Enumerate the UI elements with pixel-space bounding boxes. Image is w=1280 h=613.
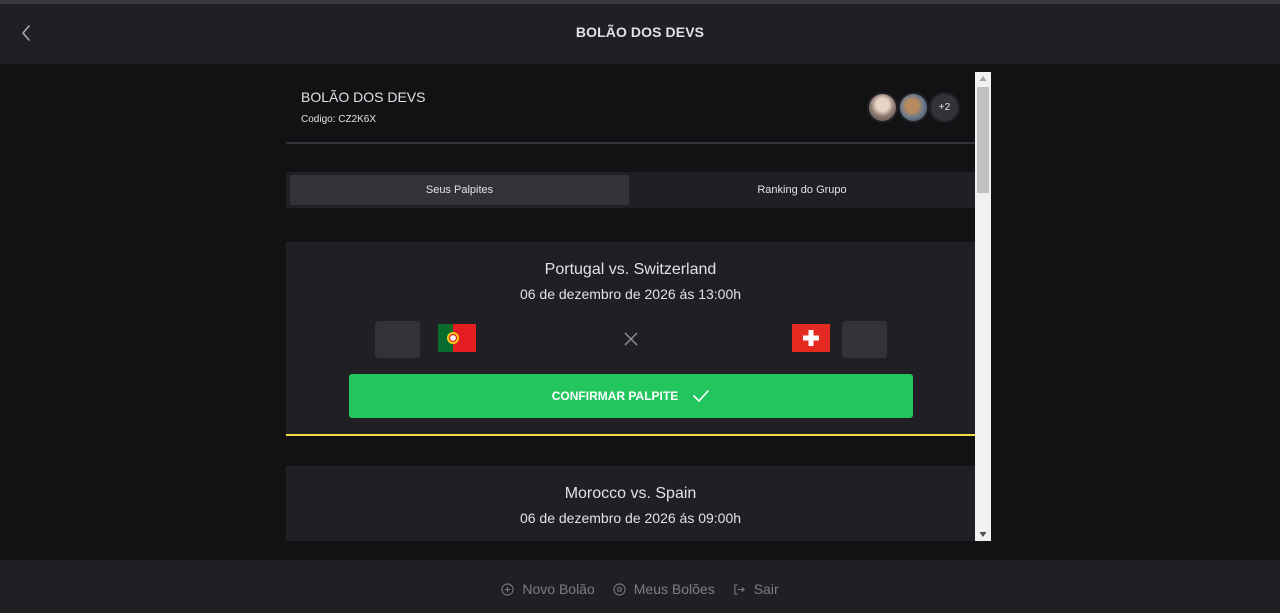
- nav-meus-boloes-label: Meus Bolões: [633, 581, 715, 597]
- match-card: Portugal vs. Switzerland 06 de dezembro …: [286, 242, 975, 436]
- home-score-input[interactable]: [375, 321, 420, 358]
- switzerland-flag-icon: [792, 324, 830, 352]
- participants-more-badge: +2: [929, 92, 960, 123]
- nav-novo-bolao[interactable]: Novo Bolão: [501, 581, 595, 597]
- pool-details-panel: BOLÃO DOS DEVS Codigo: CZ2K6X +2 Seus Pa…: [286, 72, 975, 541]
- scrollbar[interactable]: [975, 72, 991, 541]
- nav-meus-boloes[interactable]: Meus Bolões: [613, 581, 715, 597]
- app-header: BOLÃO DOS DEVS: [0, 4, 1280, 64]
- tab-seus-palpites[interactable]: Seus Palpites: [290, 175, 629, 205]
- bottom-navigation: Novo Bolão Meus Bolões Sair: [0, 560, 1280, 613]
- match-title: Portugal vs. Switzerland: [544, 261, 717, 278]
- avatar: [867, 92, 898, 123]
- scroll-down-arrow-icon[interactable]: [975, 527, 991, 541]
- tab-bar: Seus Palpites Ranking do Grupo: [286, 172, 975, 208]
- match-title: Morocco vs. Spain: [564, 485, 697, 502]
- sign-out-icon: [734, 583, 745, 595]
- scroll-up-arrow-icon[interactable]: [975, 72, 991, 86]
- plus-circle-icon: [501, 582, 514, 596]
- pool-name: BOLÃO DOS DEVS: [301, 89, 426, 105]
- pool-header: BOLÃO DOS DEVS Codigo: CZ2K6X +2: [286, 72, 975, 144]
- nav-sair[interactable]: Sair: [733, 581, 779, 597]
- nav-novo-bolao-label: Novo Bolão: [522, 581, 595, 597]
- confirm-guess-button[interactable]: CONFIRMAR PALPITE: [349, 374, 913, 418]
- match-date: 06 de dezembro de 2026 ás 13:00h: [519, 286, 742, 302]
- pool-code: Codigo: CZ2K6X: [301, 114, 377, 125]
- versus-x-icon: [623, 331, 639, 347]
- away-score-input[interactable]: [842, 321, 887, 358]
- match-date: 06 de dezembro de 2026 ás 09:00h: [519, 510, 742, 526]
- tab-ranking-do-grupo[interactable]: Ranking do Grupo: [633, 175, 971, 205]
- scroll-thumb[interactable]: [977, 87, 989, 193]
- portugal-flag-icon: [438, 324, 476, 352]
- avatar: [898, 92, 929, 123]
- confirm-guess-label: CONFIRMAR PALPITE: [551, 389, 679, 403]
- match-card: Morocco vs. Spain 06 de dezembro de 2026…: [286, 466, 975, 541]
- page-title: BOLÃO DOS DEVS: [575, 24, 705, 40]
- check-icon: [693, 390, 710, 402]
- footer-nav: Novo Bolão Meus Bolões Sair: [0, 581, 1280, 597]
- nav-sair-label: Sair: [753, 581, 779, 597]
- soccer-ball-icon: [613, 582, 626, 596]
